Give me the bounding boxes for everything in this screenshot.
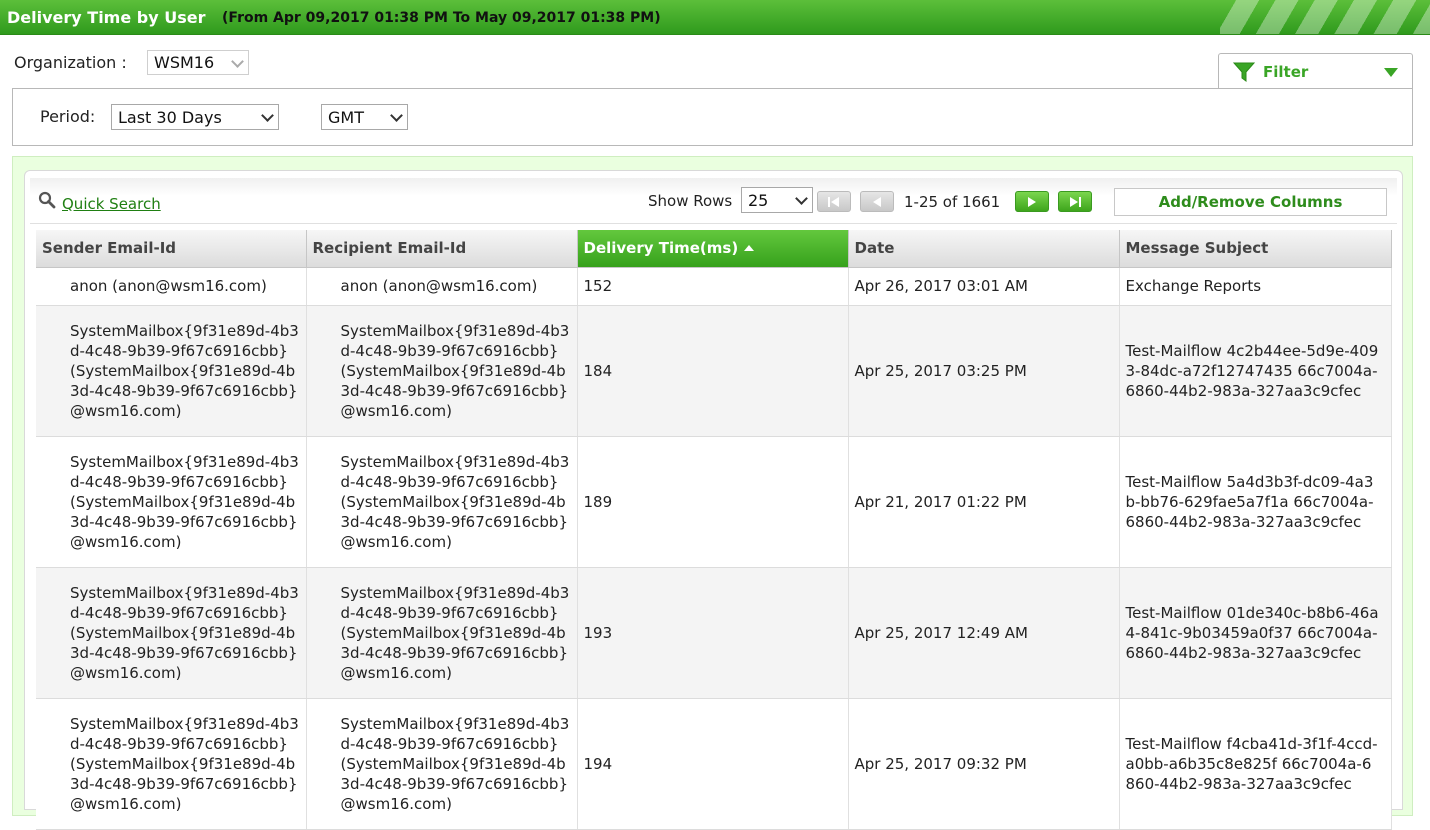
organization-select[interactable]: WSM16 [147, 50, 249, 75]
chevron-down-icon [796, 195, 806, 205]
organization-label: Organization : [14, 53, 127, 72]
delivery-time-cell: 152 [577, 267, 849, 306]
chevron-down-icon [262, 112, 272, 122]
sender-cell: anon (anon@wsm16.com) [36, 267, 307, 306]
filter-label: Filter [1263, 63, 1309, 81]
delivery-time-cell: 194 [577, 698, 849, 830]
recipient-cell: anon (anon@wsm16.com) [306, 267, 578, 306]
page-title: Delivery Time by User [7, 8, 206, 27]
sort-ascending-icon [744, 245, 755, 252]
page-info: 1-25 of 1661 [904, 193, 1001, 211]
subject-cell: Test-Mailflow 01de340c-b8b6-46a4-841c-9b… [1119, 567, 1392, 699]
delivery-time-cell: 184 [577, 305, 849, 437]
period-label: Period: [40, 107, 96, 126]
period-select[interactable]: Last 30 Days [111, 104, 279, 130]
table-row[interactable]: anon (anon@wsm16.com) anon (anon@wsm16.c… [36, 267, 1392, 306]
subject-cell: Test-Mailflow 4c2b44ee-5d9e-4093-84dc-a7… [1119, 305, 1392, 437]
quick-search-link[interactable]: Quick Search [62, 195, 161, 213]
filter-toggle[interactable]: Filter [1218, 53, 1413, 89]
title-bar-decoration [1220, 0, 1430, 34]
title-bar: Delivery Time by User (From Apr 09,2017 … [0, 0, 1430, 35]
delivery-time-table: Sender Email-Id Recipient Email-Id Deliv… [36, 230, 1392, 830]
show-rows-label: Show Rows [648, 192, 733, 210]
column-header-subject[interactable]: Message Subject [1119, 230, 1392, 268]
previous-page-button[interactable] [860, 191, 894, 212]
recipient-cell: SystemMailbox{9f31e89d-4b3d-4c48-9b39-9f… [306, 305, 578, 437]
sender-cell: SystemMailbox{9f31e89d-4b3d-4c48-9b39-9f… [36, 698, 307, 830]
date-cell: Apr 26, 2017 03:01 AM [848, 267, 1120, 306]
chevron-down-icon [391, 112, 401, 122]
table-row[interactable]: SystemMailbox{9f31e89d-4b3d-4c48-9b39-9f… [36, 305, 1392, 437]
date-range-label: (From Apr 09,2017 01:38 PM To May 09,201… [222, 10, 661, 26]
table-row[interactable]: SystemMailbox{9f31e89d-4b3d-4c48-9b39-9f… [36, 436, 1392, 568]
last-page-button[interactable] [1058, 191, 1092, 212]
delivery-time-cell: 189 [577, 436, 849, 568]
next-page-icon [1028, 196, 1036, 207]
search-icon [38, 191, 56, 209]
recipient-cell: SystemMailbox{9f31e89d-4b3d-4c48-9b39-9f… [306, 698, 578, 830]
table-row[interactable]: SystemMailbox{9f31e89d-4b3d-4c48-9b39-9f… [36, 698, 1392, 830]
sender-cell: SystemMailbox{9f31e89d-4b3d-4c48-9b39-9f… [36, 436, 307, 568]
subject-cell: Test-Mailflow 5a4d3b3f-dc09-4a3b-bb76-62… [1119, 436, 1392, 568]
date-cell: Apr 25, 2017 09:32 PM [848, 698, 1120, 830]
first-page-button[interactable] [817, 191, 851, 212]
period-value: Last 30 Days [118, 107, 222, 127]
last-page-icon [1070, 196, 1081, 207]
date-cell: Apr 25, 2017 12:49 AM [848, 567, 1120, 699]
table-row[interactable]: SystemMailbox{9f31e89d-4b3d-4c48-9b39-9f… [36, 567, 1392, 699]
timezone-value: GMT [328, 107, 364, 127]
previous-page-icon [873, 196, 881, 207]
sender-cell: SystemMailbox{9f31e89d-4b3d-4c48-9b39-9f… [36, 305, 307, 437]
column-header-recipient[interactable]: Recipient Email-Id [306, 230, 578, 268]
organization-value: WSM16 [154, 53, 215, 72]
subject-cell: Exchange Reports [1119, 267, 1392, 306]
first-page-icon [828, 196, 839, 207]
date-cell: Apr 21, 2017 01:22 PM [848, 436, 1120, 568]
funnel-icon [1233, 62, 1255, 82]
recipient-cell: SystemMailbox{9f31e89d-4b3d-4c48-9b39-9f… [306, 436, 578, 568]
show-rows-select[interactable]: 25 [741, 187, 813, 213]
chevron-down-icon [232, 58, 242, 68]
sender-cell: SystemMailbox{9f31e89d-4b3d-4c48-9b39-9f… [36, 567, 307, 699]
table-header-row: Sender Email-Id Recipient Email-Id Deliv… [36, 230, 1392, 268]
timezone-select[interactable]: GMT [321, 104, 408, 130]
recipient-cell: SystemMailbox{9f31e89d-4b3d-4c48-9b39-9f… [306, 567, 578, 699]
column-header-date[interactable]: Date [848, 230, 1120, 268]
column-header-delivery-time[interactable]: Delivery Time(ms) [577, 230, 849, 268]
next-page-button[interactable] [1015, 191, 1049, 212]
subject-cell: Test-Mailflow f4cba41d-3f1f-4ccd-a0bb-a6… [1119, 698, 1392, 830]
caret-down-icon [1384, 68, 1398, 77]
column-header-sender[interactable]: Sender Email-Id [36, 230, 307, 268]
delivery-time-cell: 193 [577, 567, 849, 699]
date-cell: Apr 25, 2017 03:25 PM [848, 305, 1120, 437]
show-rows-value: 25 [748, 190, 769, 210]
add-remove-columns-button[interactable]: Add/Remove Columns [1114, 188, 1387, 216]
